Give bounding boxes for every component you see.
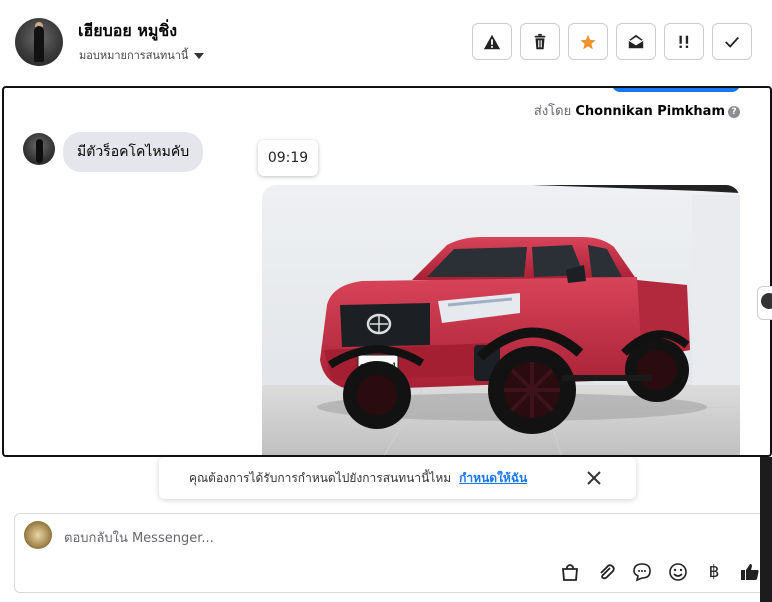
reply-composer: ตอบกลับใน Messenger... ฿: [14, 513, 772, 593]
baht-icon: ฿: [708, 562, 720, 582]
mark-done-button[interactable]: [712, 23, 752, 60]
chat-bubble-icon: [633, 563, 651, 582]
saved-replies-button[interactable]: [631, 561, 653, 583]
reply-input[interactable]: ตอบกลับใน Messenger...: [64, 527, 214, 548]
important-icon: [679, 35, 689, 48]
report-spam-button[interactable]: [472, 23, 512, 60]
new-message-pill[interactable]: [612, 88, 740, 92]
side-panel-toggle[interactable]: [757, 286, 772, 320]
avatar-figure: [36, 139, 43, 163]
page-avatar: [24, 521, 52, 549]
contact-name[interactable]: เฮียบอย หมูชิ่ง: [78, 19, 177, 44]
mark-important-button[interactable]: [664, 23, 704, 60]
mark-unread-button[interactable]: [616, 23, 656, 60]
header-actions: [472, 23, 752, 60]
sent-by-name: Chonnikan Pimkham: [575, 104, 725, 119]
warning-icon: [483, 34, 501, 49]
star-icon: [580, 34, 596, 49]
sent-by-label: ส่งโดย Chonnikan Pimkham?: [534, 100, 740, 121]
delete-button[interactable]: [520, 23, 560, 60]
customer-message-bubble[interactable]: มีตัวร็อคโคไหมคับ: [63, 132, 204, 172]
timestamp-tooltip: 09:19: [258, 140, 318, 176]
like-button[interactable]: [739, 561, 761, 583]
assign-notice-text: คุณต้องการได้รับการกำหนดไปยังการสนทนานี้…: [189, 470, 452, 485]
right-edge-panel: [760, 457, 772, 602]
caret-down-icon: [194, 53, 205, 59]
bag-icon: [562, 564, 578, 581]
collaborator-avatar: [761, 293, 772, 309]
truck-photo-svg: กธ 1114: [262, 185, 740, 455]
envelope-open-icon: [628, 34, 644, 48]
contact-avatar[interactable]: [15, 18, 63, 66]
close-icon[interactable]: [585, 469, 603, 487]
assign-label: มอบหมายการสนทนานี้: [79, 49, 189, 62]
composer-tools: ฿: [559, 561, 761, 583]
assign-dropdown[interactable]: มอบหมายการสนทนานี้: [79, 46, 205, 64]
thumbs-up-icon: [741, 564, 759, 580]
smiley-icon: [669, 563, 687, 581]
payment-button[interactable]: ฿: [703, 561, 725, 583]
assign-to-me-link[interactable]: กำหนดให้ฉัน: [459, 469, 527, 488]
product-catalog-button[interactable]: [559, 561, 581, 583]
question-icon[interactable]: ?: [728, 105, 740, 118]
sent-by-prefix: ส่งโดย: [533, 104, 572, 119]
red-pickup-truck-image[interactable]: กธ 1114: [262, 185, 740, 455]
assign-notice: คุณต้องการได้รับการกำหนดไปยังการสนทนานี้…: [159, 457, 636, 499]
customer-avatar[interactable]: [23, 133, 55, 165]
avatar-figure: [34, 26, 44, 62]
message-thread[interactable]: ส่งโดย Chonnikan Pimkham? มีตัวร็อคโคไหม…: [2, 86, 772, 457]
check-icon: [725, 36, 739, 48]
conversation-header: เฮียบอย หมูชิ่ง มอบหมายการสนทนานี้: [0, 0, 772, 86]
star-button[interactable]: [568, 23, 608, 60]
attach-button[interactable]: [595, 561, 617, 583]
trash-icon: [534, 33, 546, 49]
paperclip-icon: [600, 564, 615, 580]
emoji-button[interactable]: [667, 561, 689, 583]
